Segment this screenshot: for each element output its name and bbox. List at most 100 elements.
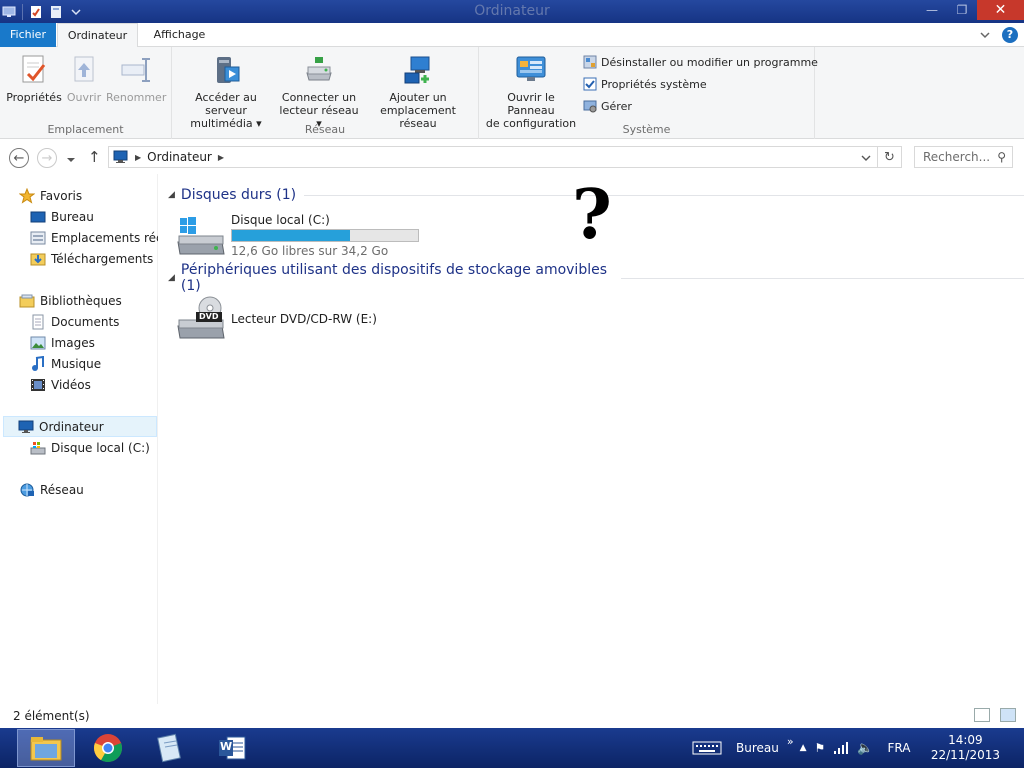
tab-computer[interactable]: Ordinateur: [57, 23, 138, 48]
recent-places-icon: [30, 231, 46, 244]
removable-title: Périphériques utilisant des dispositifs …: [180, 262, 608, 294]
network-signal-icon[interactable]: [833, 741, 849, 755]
uninstall-program-button[interactable]: Désinstaller ou modifier un programme: [583, 53, 818, 71]
help-icon[interactable]: ?: [1002, 27, 1018, 43]
drive-local-disk[interactable]: Disque local (C:) 12,6 Go libres sur 34,…: [176, 213, 436, 264]
taskbar-notepad[interactable]: [141, 729, 199, 767]
show-hidden-icons-icon[interactable]: ▲: [800, 743, 807, 753]
group-header-removable[interactable]: ◢ Périphériques utilisant des dispositif…: [168, 262, 1024, 294]
music-icon: [32, 355, 44, 371]
ribbon: Propriétés Ouvrir Renommer Emplacement A…: [0, 47, 1024, 139]
nav-item-desktop[interactable]: Bureau: [30, 206, 94, 227]
properties-icon: [17, 53, 51, 87]
nav-item-downloads[interactable]: Téléchargements: [30, 248, 153, 269]
nav-item-favorites[interactable]: Favoris: [19, 185, 82, 206]
tab-view[interactable]: Affichage: [142, 23, 217, 47]
breadcrumb-separator-icon[interactable]: ▶: [135, 153, 141, 162]
manage-button[interactable]: Gérer: [583, 97, 632, 115]
uninstall-program-label: Désinstaller ou modifier un programme: [601, 55, 818, 69]
taskbar-explorer[interactable]: [17, 729, 75, 767]
control-panel-button[interactable]: Ouvrir le Panneau de configuration: [483, 53, 579, 130]
nav-label-videos: Vidéos: [51, 377, 91, 392]
view-switcher: [974, 708, 1016, 722]
nav-label-recent: Emplacements récents: [51, 230, 158, 245]
dvd-badge: DVD: [199, 312, 219, 321]
nav-item-documents[interactable]: Documents: [30, 311, 119, 332]
documents-icon: [32, 314, 44, 329]
clock-time: 14:09: [948, 733, 983, 747]
open-button[interactable]: Ouvrir: [62, 53, 106, 104]
downloads-icon: [30, 253, 46, 265]
chevron-down-icon[interactable]: [861, 154, 871, 162]
group-system-label: Système: [622, 123, 671, 136]
address-bar[interactable]: ▶ Ordinateur ▶: [108, 146, 878, 168]
taskbar-chrome[interactable]: [79, 729, 137, 767]
system-properties-button[interactable]: Propriétés système: [583, 75, 707, 93]
add-network-location-button[interactable]: Ajouter un emplacement réseau: [362, 53, 474, 130]
map-drive-icon: [302, 53, 336, 87]
nav-item-computer[interactable]: Ordinateur: [3, 416, 157, 437]
recent-locations-dropdown[interactable]: [66, 153, 76, 167]
keyboard-icon[interactable]: [692, 740, 722, 756]
ribbon-extra: ?: [980, 27, 1018, 43]
map-drive-button[interactable]: Connecter un lecteur réseau ▾: [276, 53, 362, 130]
collapse-icon[interactable]: ◢: [168, 273, 175, 283]
nav-item-videos[interactable]: Vidéos: [30, 374, 91, 395]
libraries-icon: [19, 294, 35, 307]
tab-file[interactable]: Fichier: [0, 23, 56, 47]
forward-button[interactable]: →: [37, 148, 57, 168]
minimize-button[interactable]: —: [917, 0, 947, 20]
ribbon-tabs: Fichier Ordinateur Affichage ?: [0, 23, 1024, 48]
properties-button[interactable]: Propriétés: [6, 53, 62, 104]
group-divider: [304, 194, 1024, 196]
media-server-label-1: Accéder au serveur: [195, 91, 257, 117]
search-icon[interactable]: ⚲: [997, 150, 1006, 164]
dvd-drive-name: Lecteur DVD/CD-RW (E:): [231, 312, 377, 326]
nav-item-recent[interactable]: Emplacements récents: [30, 227, 158, 248]
search-input[interactable]: Recherch... ⚲: [914, 146, 1013, 168]
disk-usage-bar: [231, 229, 419, 242]
media-server-button[interactable]: Accéder au serveur multimédia ▾: [176, 53, 276, 130]
drive-dvd[interactable]: DVD Lecteur DVD/CD-RW (E:): [176, 296, 436, 344]
nav-item-music[interactable]: Musique: [30, 353, 101, 374]
back-button[interactable]: ←: [9, 148, 29, 168]
collapse-icon[interactable]: ◢: [168, 190, 175, 200]
hard-disks-title: Disques durs (1): [180, 187, 297, 203]
large-icons-view-icon[interactable]: [1000, 708, 1016, 722]
search-placeholder: Recherch...: [923, 150, 991, 164]
map-drive-label-1: Connecter un: [281, 91, 357, 104]
question-mark: ?: [572, 175, 612, 255]
nav-item-local-disk[interactable]: Disque local (C:): [30, 437, 150, 458]
close-button[interactable]: ✕: [977, 0, 1024, 20]
toolbar-overflow-icon[interactable]: »: [787, 735, 794, 748]
up-button[interactable]: ↑: [88, 148, 101, 166]
desktop-toolbar-label[interactable]: Bureau: [736, 741, 779, 755]
chevron-down-icon: [67, 158, 75, 162]
open-icon: [67, 53, 101, 87]
nav-label-documents: Documents: [51, 314, 120, 329]
network-icon: [20, 483, 34, 496]
chrome-icon: [93, 734, 123, 762]
system-properties-icon: [583, 77, 597, 91]
system-properties-label: Propriétés système: [601, 77, 707, 91]
word-letter: W: [220, 740, 233, 753]
breadcrumb-separator-icon[interactable]: ▶: [218, 153, 224, 162]
nav-item-images[interactable]: Images: [30, 332, 95, 353]
manage-label: Gérer: [601, 99, 632, 113]
refresh-button[interactable]: ↻: [878, 146, 902, 168]
nav-item-network[interactable]: Réseau: [19, 479, 84, 500]
videos-icon: [31, 378, 45, 391]
nav-label-downloads: Téléchargements: [51, 251, 154, 266]
folder-icon: [30, 737, 62, 761]
clock[interactable]: 14:09 22/11/2013: [931, 733, 1000, 763]
action-center-flag-icon[interactable]: ⚑: [815, 741, 826, 755]
details-view-icon[interactable]: [974, 708, 990, 722]
taskbar-word[interactable]: W: [203, 729, 261, 767]
breadcrumb-computer[interactable]: Ordinateur: [147, 150, 212, 164]
restore-button[interactable]: ❐: [947, 0, 977, 20]
language-indicator[interactable]: FRA: [887, 741, 910, 755]
rename-button[interactable]: Renommer: [106, 53, 166, 104]
nav-item-libraries[interactable]: Bibliothèques: [19, 290, 122, 311]
chevron-down-icon[interactable]: [980, 30, 990, 40]
volume-icon[interactable]: 🔈: [857, 741, 873, 756]
